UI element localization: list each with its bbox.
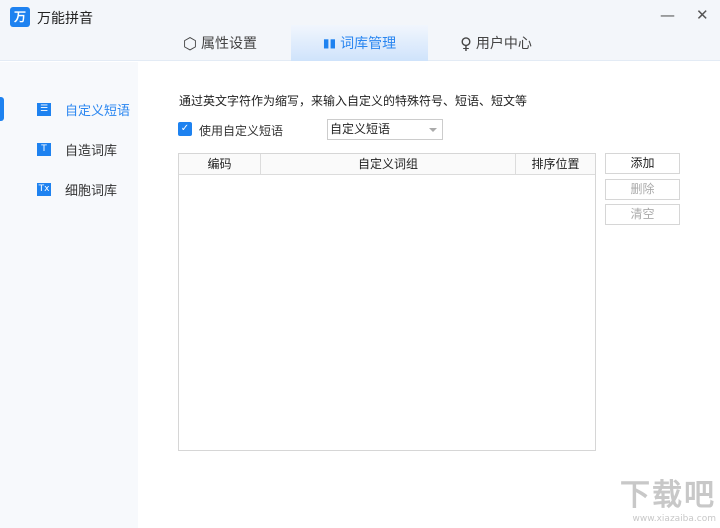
dropdown-value: 自定义短语 — [330, 122, 391, 136]
add-button[interactable]: 添加 — [605, 153, 680, 174]
sidebar-item-user-dictionary[interactable]: T 自造词库 — [0, 137, 138, 161]
text-tx-icon: Tx — [37, 182, 51, 196]
text-t-icon: T — [37, 142, 51, 156]
tab-label: 词库管理 — [340, 36, 397, 52]
tab-user-center[interactable]: ♀ 用户中心 — [446, 25, 546, 61]
app-logo-icon: 万 — [10, 7, 30, 27]
bar-chart-icon: ▮▮ — [322, 36, 337, 50]
app-title: 万能拼音 — [37, 11, 93, 27]
phrase-table: 编码 自定义词组 排序位置 — [178, 153, 596, 451]
minimize-button[interactable]: — — [660, 6, 675, 24]
title-bar: 万 万能拼音 — ✕ ⬡ 属性设置 ▮▮ 词库管理 ♀ 用户中心 — [0, 0, 720, 61]
hexagon-settings-icon: ⬡ — [183, 33, 197, 53]
column-header-phrase[interactable]: 自定义词组 — [261, 154, 516, 175]
phrase-list-icon: ☰ — [37, 102, 51, 116]
column-header-code[interactable]: 编码 — [179, 154, 261, 175]
phrase-group-dropdown[interactable]: 自定义短语 — [327, 119, 443, 140]
tab-label: 属性设置 — [200, 36, 257, 52]
column-header-order[interactable]: 排序位置 — [516, 154, 595, 175]
tab-properties[interactable]: ⬡ 属性设置 — [170, 25, 270, 61]
sidebar-item-label: 自造词库 — [65, 143, 118, 159]
watermark-url: www.xiazaiba.com — [632, 514, 716, 524]
sidebar — [0, 62, 138, 528]
tab-label: 用户中心 — [475, 36, 532, 52]
sidebar-item-label: 细胞词库 — [65, 183, 118, 199]
sidebar-item-cell-dictionary[interactable]: Tx 细胞词库 — [0, 177, 138, 201]
clear-button[interactable]: 清空 — [605, 204, 680, 225]
sidebar-item-label: 自定义短语 — [65, 103, 131, 119]
watermark: 下载吧 www.xiazaiba.com — [620, 470, 716, 524]
watermark-text: 下载吧 — [620, 478, 716, 513]
tab-dictionary[interactable]: ▮▮ 词库管理 — [291, 25, 428, 61]
sidebar-item-custom-phrase[interactable]: ☰ 自定义短语 — [0, 97, 138, 121]
delete-button[interactable]: 删除 — [605, 179, 680, 200]
user-icon: ♀ — [460, 33, 472, 53]
checkbox-label: 使用自定义短语 — [199, 124, 284, 138]
use-custom-phrase-checkbox[interactable]: ✓ — [178, 122, 192, 136]
description-text: 通过英文字符作为缩写，来输入自定义的特殊符号、短语、短文等 — [179, 94, 528, 108]
chevron-down-icon — [429, 128, 437, 132]
table-header: 编码 自定义词组 排序位置 — [179, 154, 595, 175]
close-button[interactable]: ✕ — [696, 6, 709, 24]
